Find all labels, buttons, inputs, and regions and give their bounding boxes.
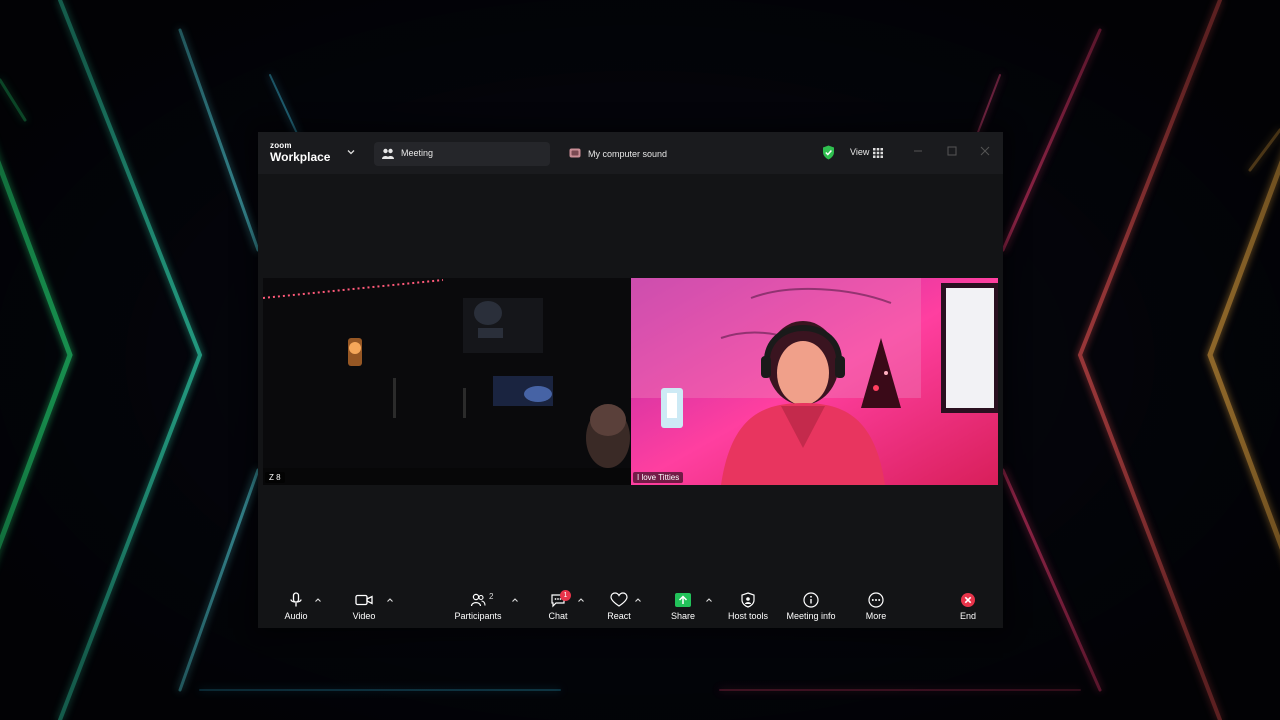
caret-up-icon[interactable]: [511, 597, 519, 603]
chevron-down-icon[interactable]: [347, 148, 355, 156]
end-meeting-button[interactable]: End: [958, 592, 978, 621]
host-tools-label: Host tools: [727, 611, 769, 621]
title-bar: zoom Workplace Meeting My computer sound: [258, 132, 1003, 174]
participant-name-tag: Z 8: [265, 472, 285, 483]
video-button[interactable]: Video: [351, 592, 377, 621]
meeting-icon: [382, 148, 394, 159]
more-label: More: [865, 611, 887, 621]
end-label: End: [959, 611, 976, 621]
participant-video-feed: [631, 278, 998, 485]
view-button[interactable]: View: [850, 147, 869, 157]
participants-count: 2: [489, 592, 494, 601]
meeting-info-label: Meeting info: [786, 611, 836, 621]
caret-up-icon[interactable]: [705, 597, 713, 603]
host-tools-icon: [741, 592, 755, 608]
sound-tab-label: My computer sound: [588, 149, 668, 159]
grid-icon[interactable]: [873, 148, 883, 158]
video-label: Video: [352, 611, 376, 621]
zoom-workplace-logo[interactable]: zoom Workplace: [270, 141, 331, 164]
share-label: Share: [670, 611, 696, 621]
heart-icon: [610, 592, 628, 607]
audio-button[interactable]: Audio: [284, 592, 308, 621]
brand-title: Workplace: [270, 150, 331, 164]
chat-unread-badge: 1: [560, 590, 571, 601]
info-icon: [803, 592, 819, 608]
close-icon[interactable]: [978, 144, 992, 158]
share-icon: [675, 593, 691, 607]
participant-name-tag: I love Titties: [633, 472, 684, 483]
camera-icon: [355, 594, 373, 606]
caret-up-icon[interactable]: [577, 597, 585, 603]
meeting-tab-label: Meeting: [401, 148, 434, 158]
more-icon: [868, 592, 884, 608]
share-button[interactable]: Share: [669, 592, 697, 621]
shield-icon[interactable]: [822, 145, 835, 160]
meeting-toolbar: Audio Video Participants 2 Chat 1 React …: [258, 584, 1003, 628]
react-label: React: [607, 611, 631, 621]
minimize-icon[interactable]: [911, 144, 925, 158]
participant-video-tile[interactable]: Z 8: [263, 278, 631, 485]
participants-button[interactable]: Participants: [453, 592, 503, 621]
react-button[interactable]: React: [606, 592, 632, 621]
mic-icon: [290, 592, 302, 607]
caret-up-icon[interactable]: [634, 597, 642, 603]
sound-icon: [569, 148, 581, 158]
maximize-icon[interactable]: [945, 144, 959, 158]
caret-up-icon[interactable]: [314, 597, 322, 603]
meeting-info-button[interactable]: Meeting info: [785, 592, 837, 621]
more-button[interactable]: More: [864, 592, 888, 621]
chat-label: Chat: [548, 611, 568, 621]
host-tools-button[interactable]: Host tools: [726, 592, 770, 621]
participant-video-tile[interactable]: I love Titties: [631, 278, 998, 485]
zoom-window: zoom Workplace Meeting My computer sound: [258, 132, 1003, 628]
caret-up-icon[interactable]: [386, 597, 394, 603]
tab-meeting[interactable]: Meeting: [374, 142, 550, 166]
participants-icon: [470, 593, 486, 607]
participants-label: Participants: [454, 611, 502, 621]
brand-small-text: zoom: [270, 141, 292, 150]
end-icon: [961, 593, 975, 607]
participant-video-feed: [263, 278, 631, 485]
audio-label: Audio: [284, 611, 308, 621]
